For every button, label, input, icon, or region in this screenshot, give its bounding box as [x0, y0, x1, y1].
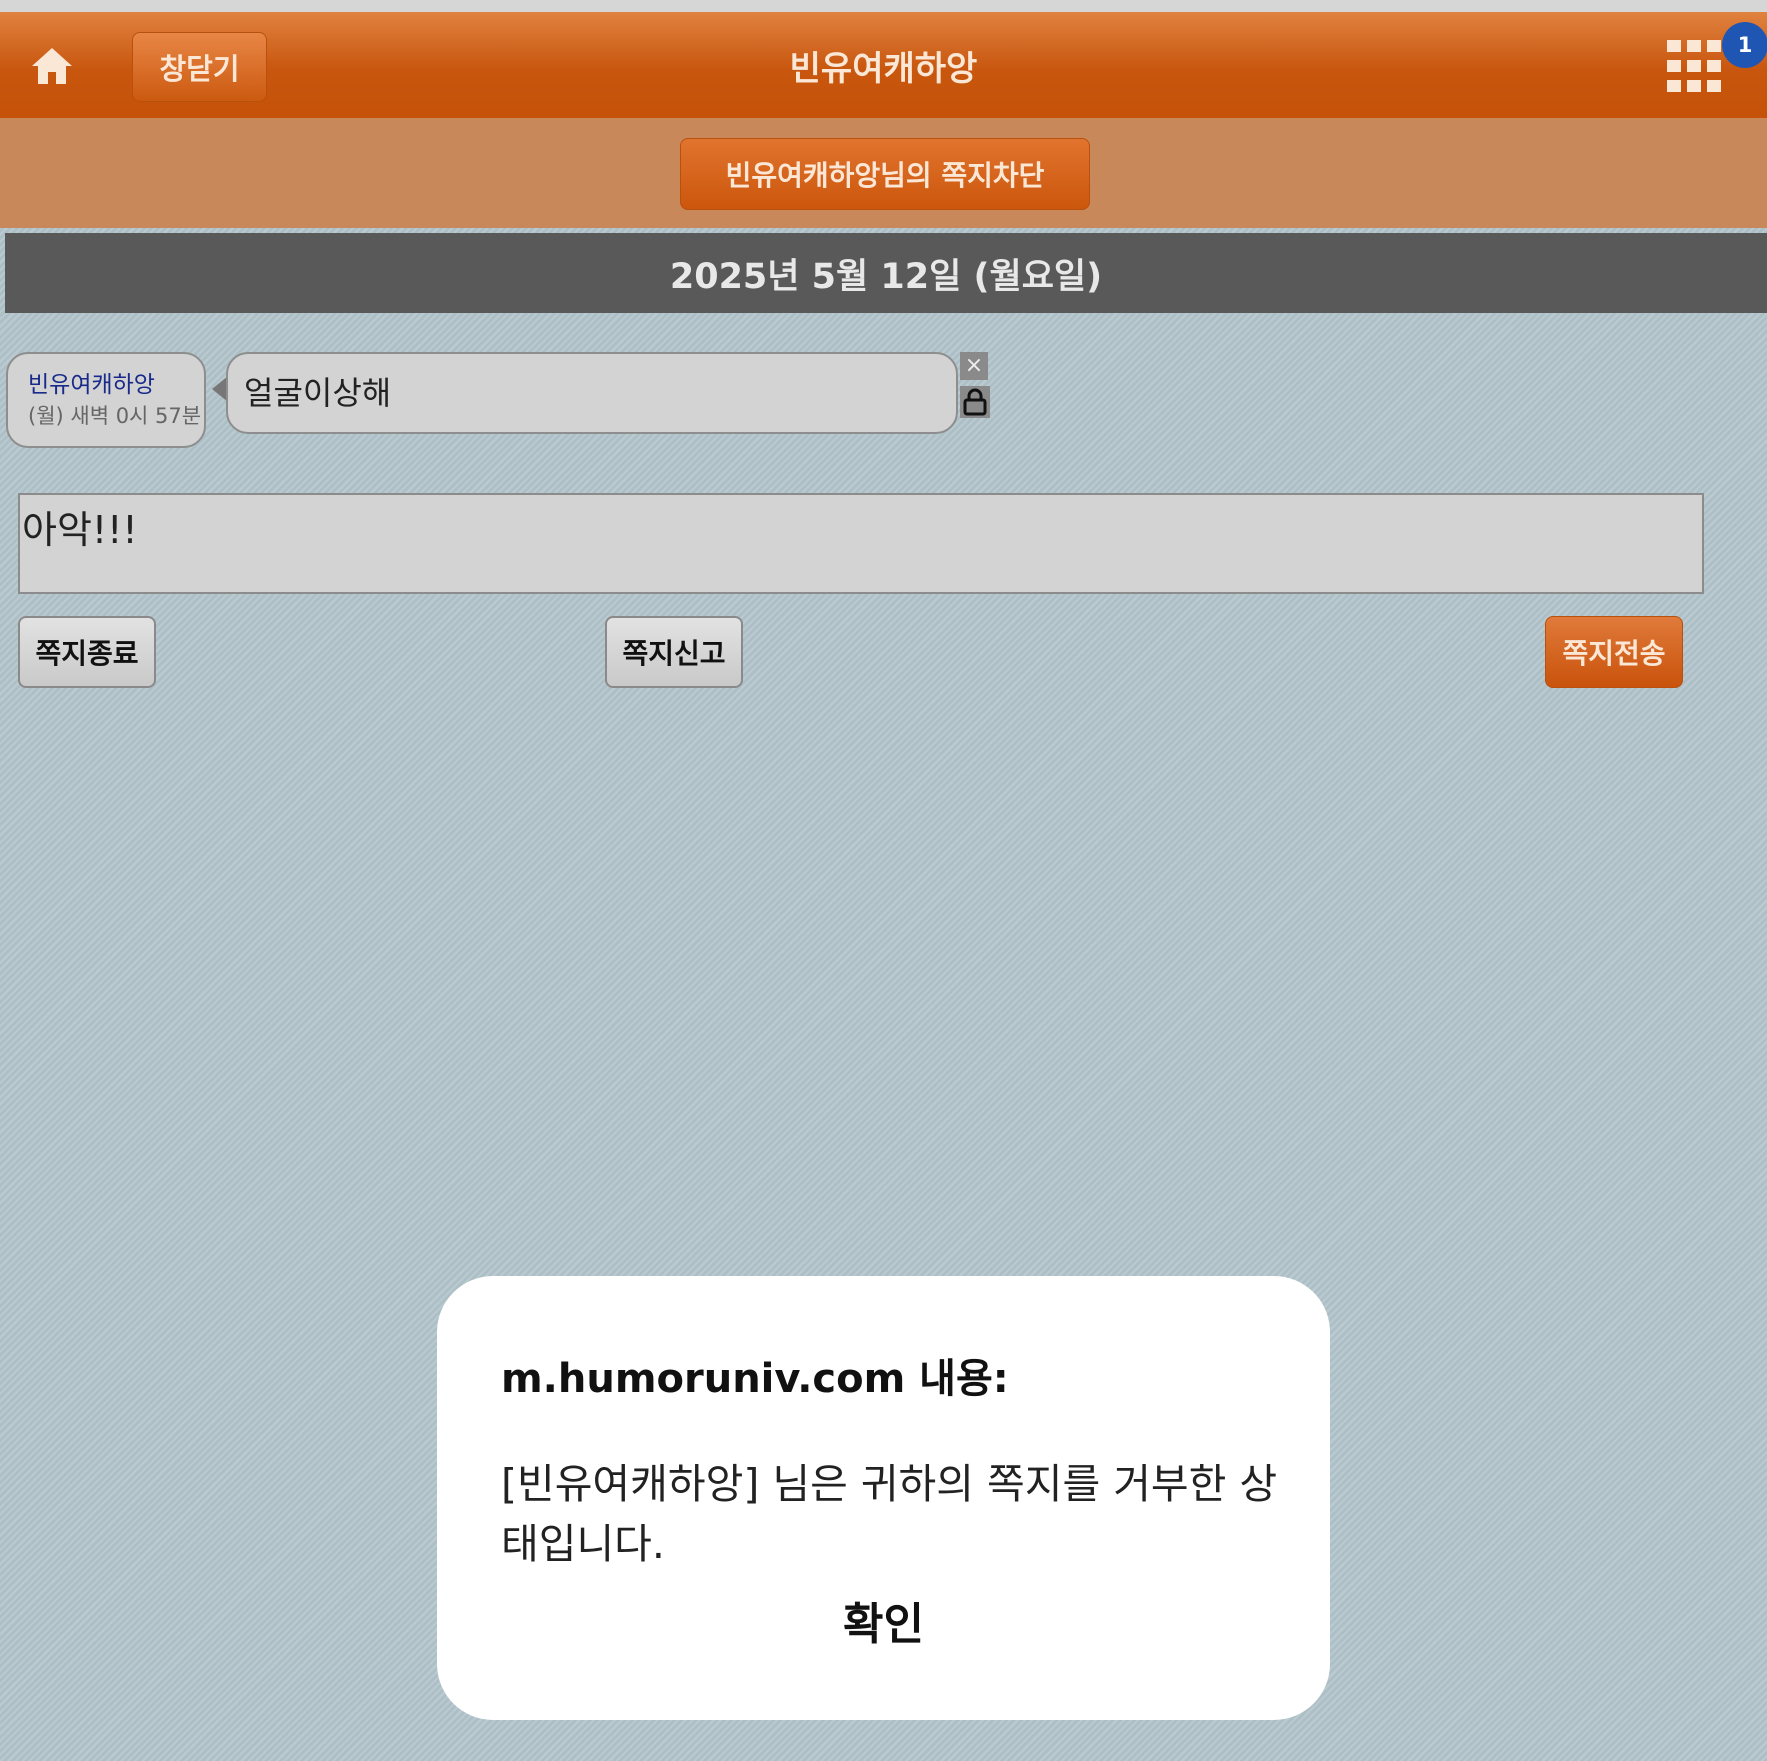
message-input[interactable]: 아악!!!	[18, 493, 1704, 594]
notification-badge[interactable]: 1	[1722, 22, 1767, 68]
home-icon[interactable]	[28, 42, 76, 90]
close-icon[interactable]: ×	[960, 352, 988, 380]
status-strip	[0, 0, 1767, 12]
message-time: (월) 새벽 0시 57분	[28, 404, 202, 428]
close-window-button[interactable]: 창닫기	[132, 32, 267, 102]
grid-menu-icon[interactable]	[1665, 38, 1723, 96]
sender-name[interactable]: 빈유여캐하앙	[28, 370, 204, 400]
date-header: 2025년 5월 12일 (월요일)	[5, 233, 1767, 313]
sub-bar: 빈유여캐하앙님의 쪽지차단	[0, 118, 1767, 228]
send-message-button[interactable]: 쪽지전송	[1545, 616, 1683, 688]
alert-title: m.humoruniv.com 내용:	[501, 1356, 1009, 1402]
end-message-button[interactable]: 쪽지종료	[18, 616, 156, 688]
block-messages-button[interactable]: 빈유여캐하앙님의 쪽지차단	[680, 138, 1090, 210]
alert-dialog: m.humoruniv.com 내용: [빈유여캐하앙] 님은 귀하의 쪽지를 …	[437, 1276, 1330, 1720]
message-bubble: 얼굴이상해	[226, 352, 958, 434]
sender-info: 빈유여캐하앙 (월) 새벽 0시 57분	[6, 352, 206, 448]
lock-icon[interactable]	[960, 386, 990, 418]
confirm-button[interactable]: 확인	[437, 1588, 1330, 1652]
report-message-button[interactable]: 쪽지신고	[605, 616, 743, 688]
top-bar: 창닫기 빈유여캐하앙 1	[0, 12, 1767, 118]
alert-message: [빈유여캐하앙] 님은 귀하의 쪽지를 거부한 상태입니다.	[501, 1460, 1278, 1568]
